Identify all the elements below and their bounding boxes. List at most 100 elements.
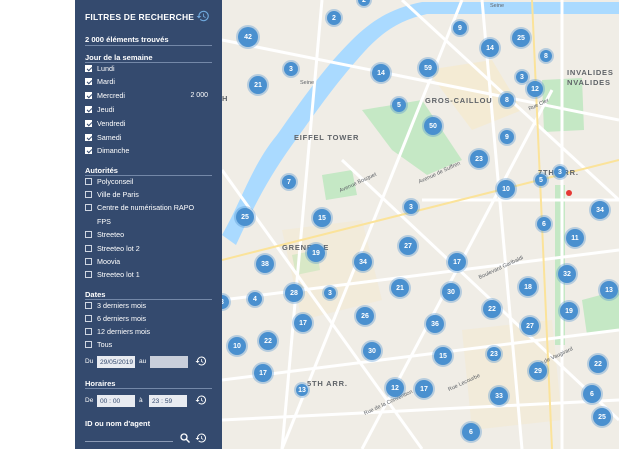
checkbox-icon[interactable] xyxy=(85,190,92,198)
checkbox-icon[interactable] xyxy=(85,244,92,252)
map-cluster[interactable]: 22 xyxy=(589,355,607,373)
checkbox-icon[interactable] xyxy=(85,204,92,212)
map-cluster[interactable]: 17 xyxy=(254,364,272,382)
map-cluster[interactable]: 26 xyxy=(356,307,374,325)
map-view[interactable]: EIFFEL TOWER GROS-CAILLOU 7TH ARR. INVALIDE… xyxy=(222,0,619,449)
weekday-option-6[interactable]: Dimanche xyxy=(85,145,129,157)
map-cluster[interactable]: 3 xyxy=(324,287,336,299)
map-cluster[interactable]: 25 xyxy=(512,29,530,47)
weekday-option-1[interactable]: Mardi xyxy=(85,76,115,88)
agent-reset-icon[interactable] xyxy=(195,432,207,444)
authority-option-0[interactable]: Polyconseil xyxy=(85,175,133,187)
map-cluster[interactable]: 4 xyxy=(248,292,262,306)
map-cluster[interactable]: 27 xyxy=(399,237,417,255)
checkbox-icon[interactable] xyxy=(85,105,92,113)
weekday-option-0[interactable]: Lundi xyxy=(85,62,115,74)
checkbox-icon[interactable] xyxy=(85,92,92,100)
history-reset-icon[interactable] xyxy=(196,9,210,23)
map-cluster[interactable]: 15 xyxy=(313,209,331,227)
map-cluster[interactable]: 19 xyxy=(307,244,325,262)
map-cluster[interactable]: 9 xyxy=(453,21,467,35)
hours-to-input[interactable]: 23 : 59 xyxy=(149,395,187,407)
authority-option-1[interactable]: Ville de Paris xyxy=(85,188,139,200)
checkbox-icon[interactable] xyxy=(85,119,92,127)
map-cluster[interactable]: 34 xyxy=(354,253,372,271)
location-pin[interactable] xyxy=(566,190,572,196)
checkbox-icon[interactable] xyxy=(85,327,92,335)
map-cluster[interactable]: 8 xyxy=(500,93,514,107)
map-cluster[interactable]: 5 xyxy=(392,98,406,112)
map-cluster[interactable]: 19 xyxy=(560,302,578,320)
checkbox-icon[interactable] xyxy=(85,177,92,185)
map-cluster[interactable]: 9 xyxy=(500,130,514,144)
map-cluster[interactable]: 28 xyxy=(285,284,303,302)
map-cluster[interactable]: 22 xyxy=(483,300,501,318)
map-cluster[interactable]: 21 xyxy=(391,279,409,297)
map-cluster[interactable]: 34 xyxy=(591,201,609,219)
map-cluster[interactable]: 13 xyxy=(600,281,618,299)
authority-option-2[interactable]: Centre de numérisation RAPO xyxy=(85,202,194,214)
map-cluster[interactable]: 14 xyxy=(372,64,390,82)
checkbox-icon[interactable] xyxy=(85,147,92,155)
weekday-option-5[interactable]: Samedi xyxy=(85,131,121,143)
map-cluster[interactable]: 3 xyxy=(284,62,298,76)
authority-option-5[interactable]: Streeteo lot 2 xyxy=(85,242,140,254)
map-cluster[interactable]: 50 xyxy=(424,117,442,135)
map-cluster[interactable]: 5 xyxy=(535,174,547,186)
checkbox-icon[interactable] xyxy=(85,257,92,265)
map-cluster[interactable]: 25 xyxy=(593,408,611,426)
date-range-option-1[interactable]: 6 derniers mois xyxy=(85,312,146,324)
map-cluster[interactable]: 13 xyxy=(296,384,308,396)
date-range-option-3[interactable]: Tous xyxy=(85,339,112,351)
map-cluster[interactable]: 32 xyxy=(558,265,576,283)
map-cluster[interactable]: 7 xyxy=(282,175,296,189)
checkbox-icon[interactable] xyxy=(85,231,92,239)
authority-option-6[interactable]: Moovia xyxy=(85,255,120,267)
map-cluster[interactable]: 6 xyxy=(537,217,551,231)
map-cluster[interactable]: 38 xyxy=(256,255,274,273)
date-range-option-2[interactable]: 12 derniers mois xyxy=(85,325,150,337)
agent-search-input[interactable] xyxy=(85,441,173,442)
checkbox-icon[interactable] xyxy=(85,64,92,72)
map-cluster[interactable]: 30 xyxy=(363,342,381,360)
weekday-option-4[interactable]: Vendredi xyxy=(85,117,125,129)
map-cluster[interactable]: 23 xyxy=(487,347,501,361)
authority-option-4[interactable]: Streeteo xyxy=(85,229,124,241)
map-cluster[interactable]: 17 xyxy=(415,380,433,398)
date-to-input[interactable] xyxy=(150,356,188,368)
map-cluster[interactable]: 23 xyxy=(470,150,488,168)
checkbox-icon[interactable] xyxy=(85,271,92,279)
map-cluster[interactable]: 29 xyxy=(529,362,547,380)
map-cluster[interactable]: 8 xyxy=(540,50,552,62)
map-cluster[interactable]: 6 xyxy=(462,423,480,441)
weekday-option-2[interactable]: Mercredi xyxy=(85,90,125,102)
authority-option-7[interactable]: Streeteo lot 1 xyxy=(85,269,140,281)
map-cluster[interactable]: 42 xyxy=(238,27,258,47)
checkbox-icon[interactable] xyxy=(85,133,92,141)
checkbox-icon[interactable] xyxy=(85,301,92,309)
map-cluster[interactable]: 18 xyxy=(519,278,537,296)
map-cluster[interactable]: 11 xyxy=(566,229,584,247)
map-cluster[interactable]: 22 xyxy=(259,332,277,350)
hours-reset-icon[interactable] xyxy=(195,394,207,406)
date-range-option-0[interactable]: 3 derniers mois xyxy=(85,299,146,311)
map-cluster[interactable]: 2 xyxy=(327,11,341,25)
map-cluster[interactable]: 59 xyxy=(419,59,437,77)
map-cluster[interactable]: 30 xyxy=(442,283,460,301)
checkbox-icon[interactable] xyxy=(85,314,92,322)
map-cluster[interactable]: 12 xyxy=(386,379,404,397)
map-cluster[interactable]: 3 xyxy=(404,200,418,214)
map-cluster[interactable]: 17 xyxy=(448,253,466,271)
map-cluster[interactable]: 27 xyxy=(521,317,539,335)
map-cluster[interactable]: 36 xyxy=(426,315,444,333)
map-cluster[interactable]: 33 xyxy=(490,387,508,405)
map-cluster[interactable]: 15 xyxy=(434,347,452,365)
map-cluster[interactable]: 14 xyxy=(481,39,499,57)
map-cluster[interactable]: 6 xyxy=(583,385,601,403)
weekday-option-3[interactable]: Jeudi xyxy=(85,103,114,115)
hours-from-input[interactable]: 00 : 00 xyxy=(97,395,135,407)
checkbox-icon[interactable] xyxy=(85,78,92,86)
map-cluster[interactable]: 3 xyxy=(516,71,528,83)
map-cluster[interactable]: 12 xyxy=(527,81,543,97)
map-cluster[interactable]: 21 xyxy=(249,76,267,94)
